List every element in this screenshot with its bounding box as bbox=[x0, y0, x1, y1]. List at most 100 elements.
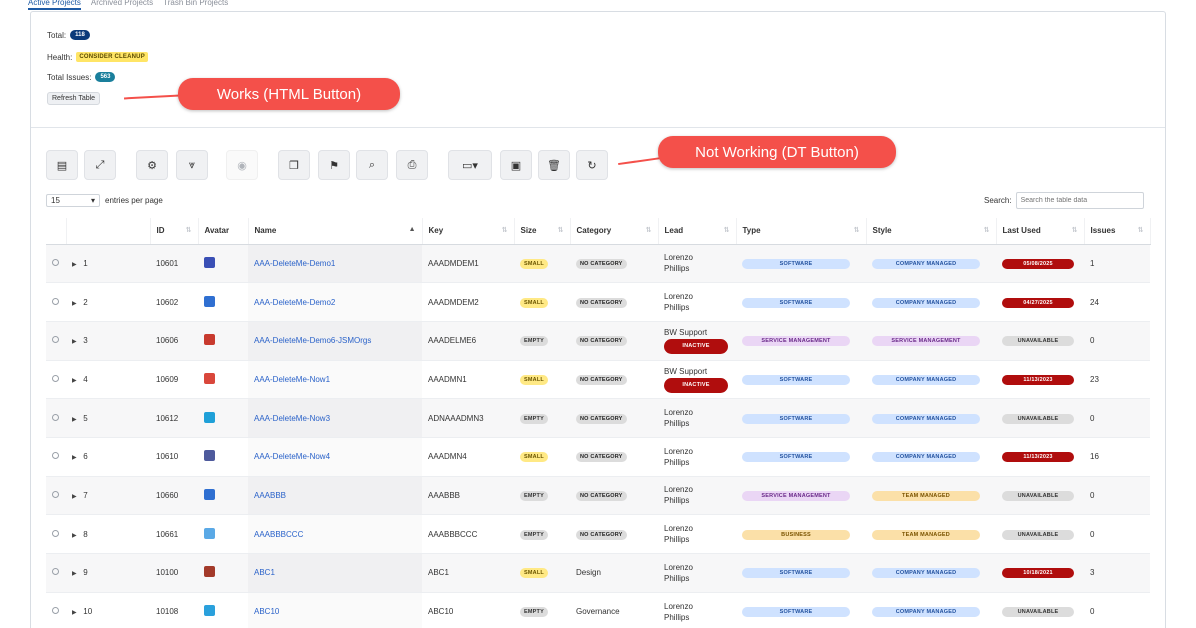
col-issues[interactable]: Issues ⇅ bbox=[1084, 218, 1151, 245]
row-select[interactable] bbox=[46, 244, 66, 284]
category-badge: NO CATEGORY bbox=[576, 490, 627, 501]
not-working-callout: Not Working (DT Button) bbox=[658, 136, 896, 168]
expand-row-icon[interactable]: ▶ bbox=[72, 339, 77, 345]
row-checkbox[interactable] bbox=[52, 258, 59, 266]
col-type[interactable]: Type ⇅ bbox=[736, 218, 867, 245]
row-select[interactable] bbox=[46, 282, 66, 322]
project-name-link[interactable]: AAA-DeleteMe-Now1 bbox=[254, 375, 330, 384]
expand-row-icon[interactable]: ▶ bbox=[72, 455, 77, 461]
print-icon: ⎙ bbox=[407, 158, 417, 171]
type-badge: SOFTWARE bbox=[742, 413, 850, 424]
health-row: Health: CONSIDER CLEANUP bbox=[47, 52, 148, 62]
project-key: AAADMDEM2 bbox=[422, 282, 514, 322]
row-select[interactable] bbox=[46, 398, 66, 438]
tab-archived-projects[interactable]: Archived Projects bbox=[91, 0, 153, 10]
project-name-link[interactable]: ABC10 bbox=[254, 607, 279, 616]
row-select[interactable] bbox=[46, 553, 66, 593]
expand-row-icon[interactable]: ▶ bbox=[72, 494, 77, 500]
row-select[interactable] bbox=[46, 437, 66, 477]
issues-count: 0 bbox=[1084, 592, 1150, 628]
last-used-badge: 04/27/2025 bbox=[1002, 297, 1074, 308]
select-all-button[interactable]: ▤ bbox=[46, 150, 78, 180]
expand-button[interactable]: ⤢ bbox=[84, 150, 116, 180]
expand-row-icon[interactable]: ▶ bbox=[72, 378, 77, 384]
style-cell: COMPANY MANAGED bbox=[866, 360, 996, 400]
expand-row-icon[interactable]: ▶ bbox=[72, 417, 77, 423]
entries-select[interactable]: 15 ▾ bbox=[46, 194, 100, 207]
row-select[interactable] bbox=[46, 514, 66, 554]
col-avatar[interactable]: Avatar bbox=[198, 218, 249, 245]
expand-row-icon[interactable]: ▶ bbox=[72, 262, 77, 268]
col-id[interactable]: ID ⇅ bbox=[150, 218, 199, 245]
delete-button[interactable]: 🗑 bbox=[538, 150, 570, 180]
row-checkbox[interactable] bbox=[52, 336, 59, 344]
expand-icon: ⤢ bbox=[95, 158, 105, 171]
row-select[interactable] bbox=[46, 321, 66, 361]
project-name-cell: AAA-DeleteMe-Now3 bbox=[248, 398, 422, 438]
project-name-link[interactable]: AAA-DeleteMe-Demo6-JSMOrgs bbox=[254, 336, 371, 345]
total-label: Total: bbox=[47, 30, 67, 40]
category-cell: NO CATEGORY bbox=[570, 321, 658, 361]
tab-trash-bin-projects[interactable]: Trash Bin Projects bbox=[163, 0, 228, 10]
expand-row-icon[interactable]: ▶ bbox=[72, 571, 77, 577]
size-badge: EMPTY bbox=[520, 413, 548, 424]
project-name-link[interactable]: AAABBBCCC bbox=[254, 530, 303, 539]
project-name-link[interactable]: ABC1 bbox=[254, 568, 275, 577]
category-badge: NO CATEGORY bbox=[576, 413, 627, 424]
project-name-link[interactable]: AAA-DeleteMe-Now3 bbox=[254, 414, 330, 423]
expand-row-icon[interactable]: ▶ bbox=[72, 301, 77, 307]
col-lead[interactable]: Lead ⇅ bbox=[658, 218, 737, 245]
row-select[interactable] bbox=[46, 476, 66, 516]
category-cell: NO CATEGORY bbox=[570, 360, 658, 400]
row-checkbox[interactable] bbox=[52, 413, 59, 421]
row-checkbox[interactable] bbox=[52, 374, 59, 382]
lead-name-line1: BW Support bbox=[664, 328, 708, 338]
project-name-cell: AAA-DeleteMe-Demo2 bbox=[248, 282, 422, 322]
lead-name-line2: Phillips bbox=[664, 264, 690, 274]
project-name-link[interactable]: AAA-DeleteMe-Now4 bbox=[254, 452, 330, 461]
last-used-badge: UNAVAILABLE bbox=[1002, 490, 1074, 501]
print-button[interactable]: ⎙ bbox=[396, 150, 428, 180]
row-select[interactable] bbox=[46, 360, 66, 400]
col-size[interactable]: Size ⇅ bbox=[514, 218, 571, 245]
lead-name-line2: Phillips bbox=[664, 612, 690, 622]
inactive-badge: INACTIVE bbox=[664, 377, 728, 393]
expand-row-icon[interactable]: ▶ bbox=[72, 610, 77, 616]
tab-active-projects[interactable]: Active Projects bbox=[28, 0, 81, 10]
visibility-button[interactable]: ◉ bbox=[226, 150, 258, 180]
col-category[interactable]: Category ⇅ bbox=[570, 218, 659, 245]
size-cell: SMALL bbox=[514, 244, 570, 284]
expand-row-icon[interactable]: ▶ bbox=[72, 533, 77, 539]
refresh-dt-button[interactable]: ↻ bbox=[576, 150, 608, 180]
refresh-table-button[interactable]: Refresh Table bbox=[47, 92, 101, 105]
collapse-button[interactable]: ⩔ bbox=[176, 150, 208, 180]
row-checkbox[interactable] bbox=[52, 452, 59, 460]
row-select[interactable] bbox=[46, 592, 66, 628]
save-button[interactable]: ▣ bbox=[500, 150, 532, 180]
bookmark-button[interactable]: ⚑ bbox=[318, 150, 350, 180]
row-number-cell: ▶ 3 bbox=[66, 321, 150, 361]
size-cell: EMPTY bbox=[514, 321, 570, 361]
col-key[interactable]: Key ⇅ bbox=[422, 218, 515, 245]
row-checkbox[interactable] bbox=[52, 297, 59, 305]
project-name-link[interactable]: AAA-DeleteMe-Demo1 bbox=[254, 259, 335, 268]
col-name[interactable]: Name ▲ bbox=[248, 218, 423, 245]
row-checkbox[interactable] bbox=[52, 490, 59, 498]
issues-count: 1 bbox=[1084, 244, 1150, 284]
search-doc-button[interactable]: ⌕ bbox=[356, 150, 388, 180]
project-name-link[interactable]: AAABBB bbox=[254, 491, 286, 500]
row-checkbox[interactable] bbox=[52, 529, 59, 537]
project-name-link[interactable]: AAA-DeleteMe-Demo2 bbox=[254, 298, 335, 307]
copy-button[interactable]: ❐ bbox=[278, 150, 310, 180]
settings-button[interactable]: ⚙ bbox=[136, 150, 168, 180]
size-badge: SMALL bbox=[520, 297, 548, 308]
type-badge: SOFTWARE bbox=[742, 452, 850, 463]
avatar-cell bbox=[198, 437, 248, 477]
row-checkbox[interactable] bbox=[52, 607, 59, 615]
col-last-used[interactable]: Last Used ⇅ bbox=[996, 218, 1085, 245]
row-checkbox[interactable] bbox=[52, 568, 59, 576]
sort-icon: ⇅ bbox=[853, 227, 860, 234]
col-style[interactable]: Style ⇅ bbox=[866, 218, 997, 245]
search-input[interactable] bbox=[1015, 192, 1144, 209]
columns-button[interactable]: ▭▾ bbox=[448, 150, 492, 180]
